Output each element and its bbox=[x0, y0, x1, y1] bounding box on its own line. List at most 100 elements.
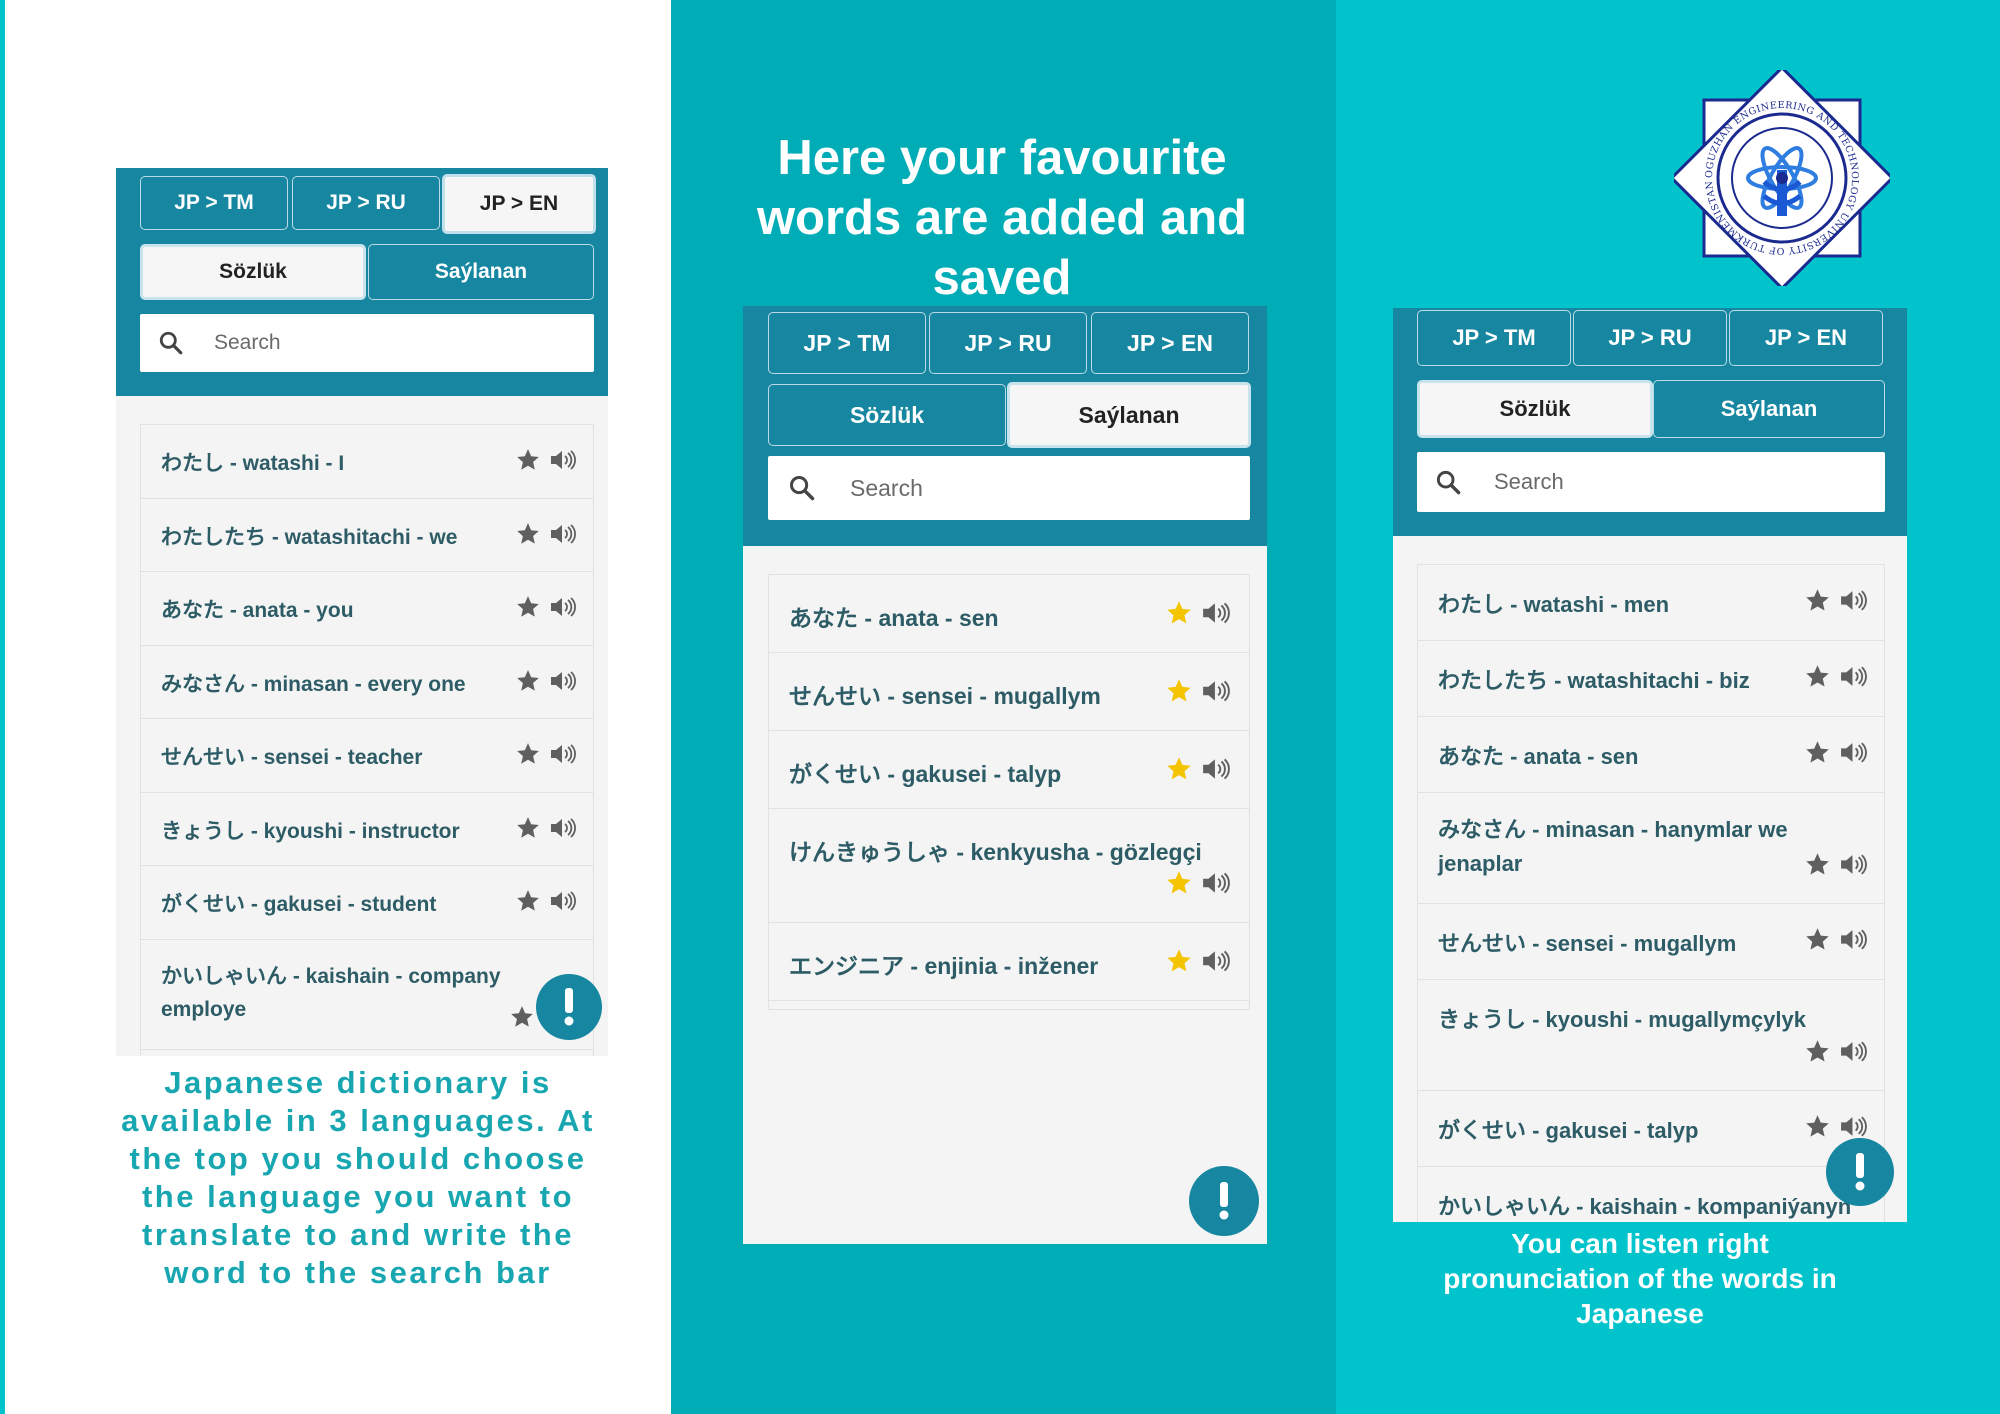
star-icon[interactable] bbox=[1804, 1038, 1831, 1065]
speaker-icon[interactable] bbox=[549, 669, 577, 693]
speaker-icon[interactable] bbox=[1839, 664, 1868, 689]
phone-screen-favourites: JP > TM JP > RU JP > EN Sözlük Saýlanan … bbox=[743, 306, 1267, 1244]
speaker-icon[interactable] bbox=[1839, 927, 1868, 952]
exclamation-icon bbox=[564, 988, 574, 1026]
star-icon[interactable] bbox=[1804, 926, 1831, 953]
word-entry: あなた - anata - you bbox=[161, 599, 354, 622]
speaker-icon[interactable] bbox=[549, 595, 577, 619]
caption-left: Japanese dictionary is available in 3 la… bbox=[121, 1065, 595, 1290]
tab-jp-ru[interactable]: JP > RU bbox=[292, 176, 440, 230]
search-placeholder: Search bbox=[214, 331, 281, 354]
star-icon[interactable] bbox=[1804, 1113, 1831, 1140]
list-item[interactable]: せんせい - sensei - mugallym bbox=[1418, 904, 1884, 980]
tab-jp-ru[interactable]: JP > RU bbox=[1573, 310, 1727, 366]
speaker-icon[interactable] bbox=[1839, 1114, 1868, 1139]
speaker-icon[interactable] bbox=[549, 816, 577, 840]
word-entry: あなた - anata - sen bbox=[789, 605, 999, 631]
list-item[interactable]: きょうし - kyoushi - instructor bbox=[141, 792, 593, 866]
star-icon[interactable] bbox=[515, 521, 541, 547]
info-fab-button[interactable] bbox=[1826, 1138, 1894, 1206]
search-input[interactable]: Search bbox=[768, 456, 1250, 520]
star-icon[interactable] bbox=[515, 447, 541, 473]
speaker-icon[interactable] bbox=[1839, 588, 1868, 613]
list-item[interactable]: きょうし - kyoushi - mugallymçylyk bbox=[1418, 980, 1884, 1091]
star-icon[interactable] bbox=[1165, 947, 1193, 975]
list-item[interactable]: がくせい - gakusei - student bbox=[141, 866, 593, 940]
list-item[interactable]: あなた - anata - you bbox=[141, 572, 593, 646]
list-item[interactable]: かいしゃいん - kaishain - company employe bbox=[141, 939, 593, 1050]
list-item[interactable]: みなさん - minasan - every one bbox=[141, 645, 593, 719]
search-placeholder: Search bbox=[1494, 469, 1564, 494]
list-item[interactable]: わたしたち - watashitachi - biz bbox=[1418, 641, 1884, 717]
list-item[interactable]: わたし - watashi - men bbox=[1418, 565, 1884, 641]
tab-jp-tm[interactable]: JP > TM bbox=[768, 312, 926, 374]
star-icon[interactable] bbox=[1165, 677, 1193, 705]
phone-screen-dictionary-tm: JP > TM JP > RU JP > EN Sözlük Saýlanan … bbox=[1393, 308, 1907, 1222]
tab-sozluk[interactable]: Sözlük bbox=[1417, 380, 1653, 438]
tab-saylanan[interactable]: Saýlanan bbox=[368, 244, 594, 300]
star-icon[interactable] bbox=[515, 668, 541, 694]
list-item[interactable]: がくせい - gakusei - talyp bbox=[769, 731, 1249, 809]
search-icon bbox=[1435, 469, 1462, 496]
info-fab-button[interactable] bbox=[1189, 1166, 1259, 1236]
list-item[interactable]: がくせい - gakusei - talyp bbox=[1418, 1091, 1884, 1167]
tab-jp-tm[interactable]: JP > TM bbox=[1417, 310, 1571, 366]
word-list: わたし - watashi - men わたしたち - watashitachi… bbox=[1417, 564, 1885, 1222]
tab-jp-ru[interactable]: JP > RU bbox=[929, 312, 1087, 374]
word-entry: みなさん - minasan - every one bbox=[161, 672, 466, 696]
tab-saylanan[interactable]: Saýlanan bbox=[1653, 380, 1885, 438]
info-fab-button[interactable] bbox=[536, 974, 602, 1040]
word-entry: せんせい - sensei - mugallym bbox=[789, 683, 1101, 709]
star-icon[interactable] bbox=[1165, 869, 1193, 897]
speaker-icon[interactable] bbox=[1839, 740, 1868, 765]
speaker-icon[interactable] bbox=[1201, 600, 1231, 626]
word-entry: がくせい - gakusei - student bbox=[161, 893, 437, 916]
tab-jp-en[interactable]: JP > EN bbox=[1091, 312, 1249, 374]
list-item[interactable]: わたし - watashi - I bbox=[141, 425, 593, 499]
tab-saylanan[interactable]: Saýlanan bbox=[1007, 382, 1251, 448]
speaker-icon[interactable] bbox=[549, 522, 577, 546]
list-item[interactable]: エンジニア - enjinia - inžener bbox=[769, 923, 1249, 1001]
star-icon[interactable] bbox=[509, 1004, 535, 1030]
word-entry: わたし - watashi - men bbox=[1438, 592, 1670, 617]
speaker-icon[interactable] bbox=[1201, 870, 1231, 896]
star-icon[interactable] bbox=[1804, 851, 1831, 878]
list-item[interactable]: あなた - anata - sen bbox=[1418, 717, 1884, 793]
star-icon[interactable] bbox=[515, 815, 541, 841]
list-item[interactable]: けんきゅうしゃ - kenkyusha - gözlegçi bbox=[769, 809, 1249, 923]
search-input[interactable]: Search bbox=[140, 314, 594, 372]
tab-sozluk[interactable]: Sözlük bbox=[768, 384, 1006, 446]
list-item[interactable]: かいしゃいん - kaishain - kompaniýanyň bbox=[1418, 1167, 1884, 1222]
list-item[interactable]: せんせい - sensei - teacher bbox=[141, 719, 593, 793]
speaker-icon[interactable] bbox=[1201, 948, 1231, 974]
tab-jp-tm[interactable]: JP > TM bbox=[140, 176, 288, 230]
speaker-icon[interactable] bbox=[1201, 756, 1231, 782]
list-item[interactable]: わたしたち - watashitachi - we bbox=[141, 498, 593, 572]
word-entry: せんせい - sensei - mugallym bbox=[1438, 931, 1737, 956]
speaker-icon[interactable] bbox=[1839, 852, 1868, 877]
star-icon[interactable] bbox=[1165, 755, 1193, 783]
tab-sozluk[interactable]: Sözlük bbox=[140, 244, 366, 300]
tab-jp-en[interactable]: JP > EN bbox=[1729, 310, 1883, 366]
star-icon[interactable] bbox=[1804, 663, 1831, 690]
speaker-icon[interactable] bbox=[549, 889, 577, 913]
university-logo: OGUZHAN ENGINEERING AND TECHNOLOGY UNIVE… bbox=[1669, 65, 1895, 291]
speaker-icon[interactable] bbox=[549, 448, 577, 472]
phone-screen-dictionary-en: JP > TM JP > RU JP > EN Sözlük Saýlanan … bbox=[116, 168, 608, 1056]
star-icon[interactable] bbox=[515, 741, 541, 767]
star-icon[interactable] bbox=[1804, 739, 1831, 766]
star-icon[interactable] bbox=[1165, 599, 1193, 627]
speaker-icon[interactable] bbox=[1839, 1039, 1868, 1064]
star-icon[interactable] bbox=[515, 888, 541, 914]
list-item[interactable]: あなた - anata - sen bbox=[769, 575, 1249, 653]
star-icon[interactable] bbox=[1804, 587, 1831, 614]
word-entry: エンジニア - enjinia - inžener bbox=[789, 953, 1099, 979]
word-list: あなた - anata - sen せんせい - sensei - mugall… bbox=[768, 574, 1250, 1010]
speaker-icon[interactable] bbox=[549, 742, 577, 766]
tab-jp-en[interactable]: JP > EN bbox=[442, 174, 596, 234]
star-icon[interactable] bbox=[515, 594, 541, 620]
speaker-icon[interactable] bbox=[1201, 678, 1231, 704]
list-item[interactable]: みなさん - minasan - hanymlar we jenaplar bbox=[1418, 793, 1884, 904]
list-item[interactable]: せんせい - sensei - mugallym bbox=[769, 653, 1249, 731]
search-input[interactable]: Search bbox=[1417, 452, 1885, 512]
